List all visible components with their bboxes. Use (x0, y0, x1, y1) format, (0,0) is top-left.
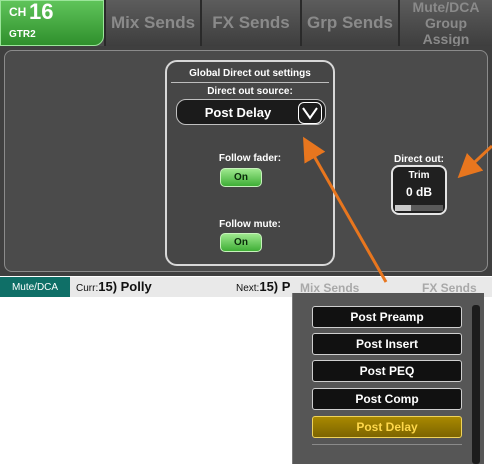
arrow-to-dropdown (303, 136, 388, 283)
arrow-to-trim (457, 144, 492, 179)
annotation-arrows (303, 136, 492, 283)
